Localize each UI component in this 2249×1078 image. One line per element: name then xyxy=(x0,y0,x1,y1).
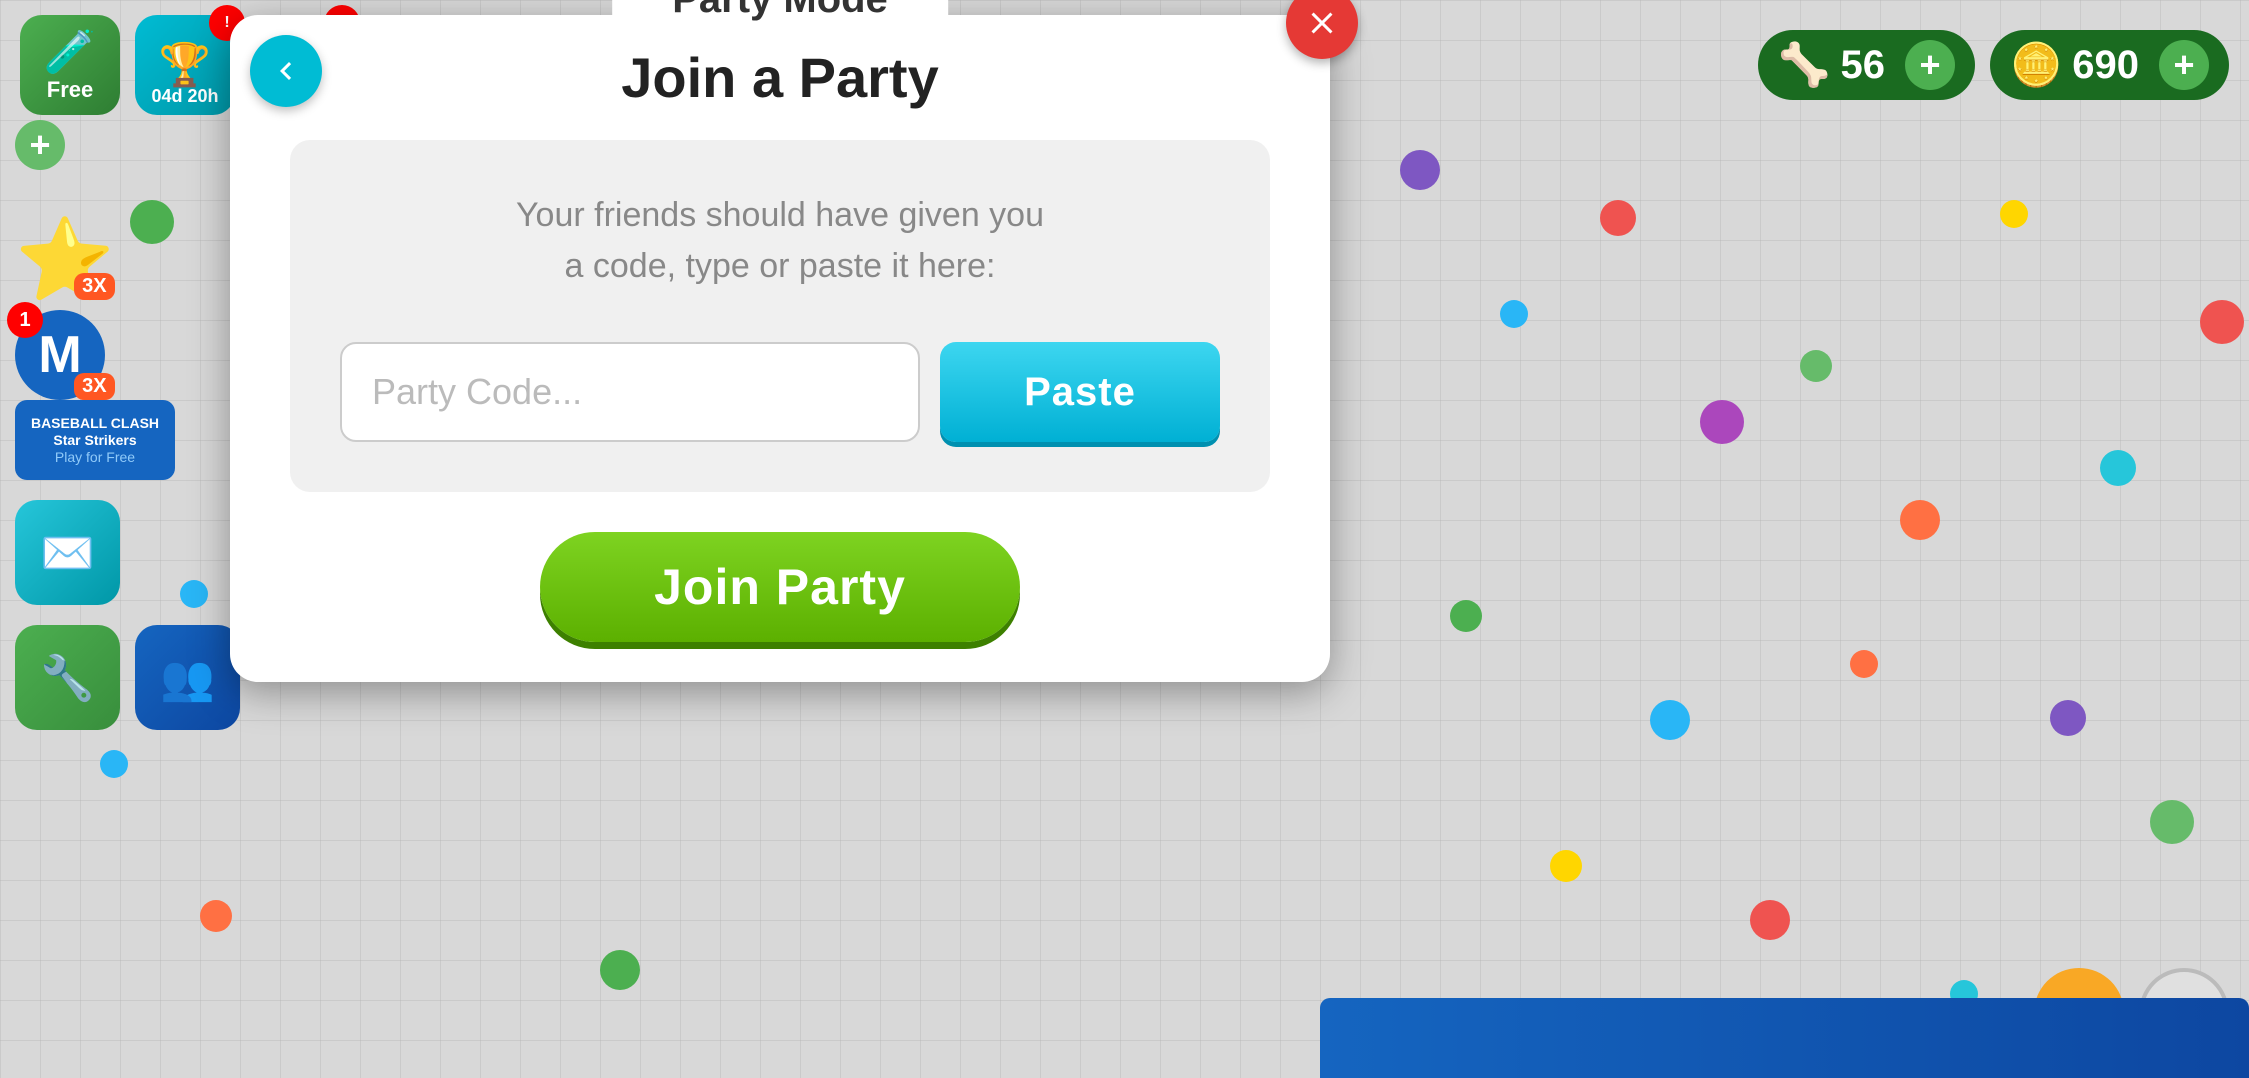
game-dot xyxy=(2200,300,2244,344)
game-dot xyxy=(1900,500,1940,540)
boost-multiplier: 3X xyxy=(74,273,114,300)
input-row: Paste xyxy=(340,342,1220,442)
mail-button[interactable]: ✉️ xyxy=(15,500,120,605)
m-boost[interactable]: M 1 3X xyxy=(15,310,115,400)
game-dot xyxy=(1750,900,1790,940)
modal-tab: Party Mode xyxy=(612,0,948,34)
boost-add-button[interactable]: + xyxy=(15,120,105,210)
settings-button[interactable]: 🔧 xyxy=(15,625,120,730)
back-arrow-icon xyxy=(268,53,304,89)
game-dot xyxy=(1450,600,1482,632)
m-boost-badge: 1 xyxy=(7,302,43,338)
left-sidebar: BASEBALL CLASH Star Strikers Play for Fr… xyxy=(15,400,240,730)
modal-body: Join a Party Your friends should have gi… xyxy=(230,15,1330,642)
game-dot xyxy=(1400,150,1440,190)
game-dot xyxy=(1850,650,1878,678)
game-dot xyxy=(1500,300,1528,328)
game-dot xyxy=(1600,200,1636,236)
game-dot xyxy=(2050,700,2086,736)
game-dot xyxy=(200,900,232,932)
m-boost-multiplier: 3X xyxy=(74,373,114,400)
mail-icon: ✉️ xyxy=(40,527,95,579)
game-dot xyxy=(2150,800,2194,844)
boost-area: + ⭐ 3X M 1 3X xyxy=(15,120,115,400)
group-icon: 👥 xyxy=(160,652,215,704)
game-dot xyxy=(130,200,174,244)
back-button[interactable] xyxy=(250,35,322,107)
paste-button[interactable]: Paste xyxy=(940,342,1220,442)
game-dot xyxy=(1700,400,1744,444)
wrench-icon: 🔧 xyxy=(40,652,95,704)
game-dot xyxy=(100,750,128,778)
game-dot xyxy=(1650,700,1690,740)
ad-banner[interactable]: BASEBALL CLASH Star Strikers Play for Fr… xyxy=(15,400,175,480)
game-dot xyxy=(2100,450,2136,486)
close-icon xyxy=(1304,5,1340,41)
party-code-input[interactable] xyxy=(340,342,920,442)
modal-tab-title: Party Mode xyxy=(672,0,888,21)
modal-title: Join a Party xyxy=(290,45,1270,110)
bottom-progress-bar xyxy=(1320,998,2249,1078)
star-boost[interactable]: ⭐ 3X xyxy=(15,220,115,300)
ad-cta: Play for Free xyxy=(55,449,135,465)
hint-text: Your friends should have given youa code… xyxy=(340,190,1220,292)
game-dot xyxy=(600,950,640,990)
ad-title: BASEBALL CLASH Star Strikers xyxy=(19,415,171,449)
join-party-button[interactable]: Join Party xyxy=(540,532,1020,642)
game-dot xyxy=(1800,350,1832,382)
game-dot xyxy=(2000,200,2028,228)
party-modal: Party Mode Join a Party Your friends sho… xyxy=(230,15,1330,682)
bottom-sidebar-row: 🔧 👥 xyxy=(15,625,240,730)
code-entry-box: Your friends should have given youa code… xyxy=(290,140,1270,492)
group-button[interactable]: 👥 xyxy=(135,625,240,730)
game-dot xyxy=(1550,850,1582,882)
